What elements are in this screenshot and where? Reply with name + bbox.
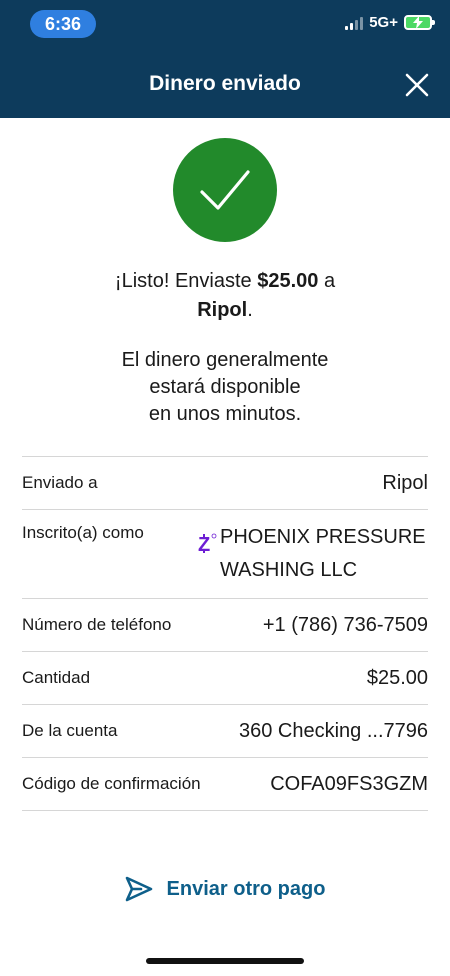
close-icon — [405, 73, 429, 97]
home-indicator[interactable] — [146, 958, 304, 964]
status-bar: 6:36 5G+ — [0, 0, 450, 46]
detail-row-confirmation-code: Código de confirmación COFA09FS3GZM — [22, 758, 428, 811]
detail-value-group: Z PHOENIX PRESSURE WASHING LLC — [198, 510, 428, 587]
message-suffix: . — [247, 299, 253, 321]
detail-row-sent-to: Enviado a Ripol — [22, 457, 428, 510]
detail-label: De la cuenta — [22, 721, 118, 740]
detail-value-line: WASHING LLC — [220, 559, 358, 581]
status-indicators: 5G+ — [345, 14, 435, 31]
signal-icon — [345, 16, 364, 30]
close-button[interactable] — [404, 72, 430, 98]
detail-label: Número de teléfono — [22, 615, 172, 634]
message-amount: $25.00 — [257, 270, 319, 292]
detail-row-phone: Número de teléfono +1 (786) 736-7509 — [22, 599, 428, 652]
message-mid: a — [318, 270, 336, 292]
send-again-button[interactable]: Enviar otro pago — [0, 876, 450, 902]
detail-label: Enviado a — [22, 473, 98, 492]
battery-icon — [404, 15, 435, 30]
success-badge — [173, 138, 277, 242]
detail-value: 360 Checking ...7796 — [238, 719, 428, 742]
detail-label: Cantidad — [22, 668, 91, 687]
availability-message: El dinero generalmente estará disponible… — [60, 347, 390, 428]
detail-label: Código de confirmación — [22, 774, 201, 793]
status-time: 6:36 — [30, 10, 96, 38]
checkmark-icon — [200, 170, 250, 210]
detail-row-from-account: De la cuenta 360 Checking ...7796 — [22, 705, 428, 758]
detail-value: Ripol — [382, 471, 428, 494]
detail-row-amount: Cantidad $25.00 — [22, 652, 428, 705]
availability-line: El dinero generalmente — [121, 349, 329, 371]
detail-value: +1 (786) 736-7509 — [262, 613, 428, 636]
availability-line: estará disponible — [149, 376, 301, 398]
detail-row-enrolled-as: Inscrito(a) como Z PHOENIX PRESSURE WASH… — [22, 510, 428, 599]
message-recipient: Ripol — [197, 299, 248, 321]
send-icon — [125, 876, 152, 902]
zelle-icon: Z — [198, 533, 217, 556]
detail-value: $25.00 — [366, 666, 428, 689]
message-prefix: ¡Listo! Enviaste — [114, 270, 258, 292]
detail-value-line: PHOENIX PRESSURE — [220, 526, 426, 548]
page-title: Dinero enviado — [149, 72, 301, 95]
detail-value: PHOENIX PRESSURE WASHING LLC — [220, 521, 428, 587]
send-again-label: Enviar otro pago — [166, 877, 326, 900]
details-list: Enviado a Ripol Inscrito(a) como Z PHOEN… — [22, 456, 428, 811]
detail-value: COFA09FS3GZM — [270, 772, 428, 795]
availability-line: en unos minutos. — [148, 403, 302, 425]
network-label: 5G+ — [369, 14, 398, 31]
confirmation-message: ¡Listo! Enviaste $25.00 a Ripol. — [40, 267, 410, 325]
detail-label: Inscrito(a) como — [22, 523, 144, 542]
header-bar: Dinero enviado — [0, 46, 450, 118]
